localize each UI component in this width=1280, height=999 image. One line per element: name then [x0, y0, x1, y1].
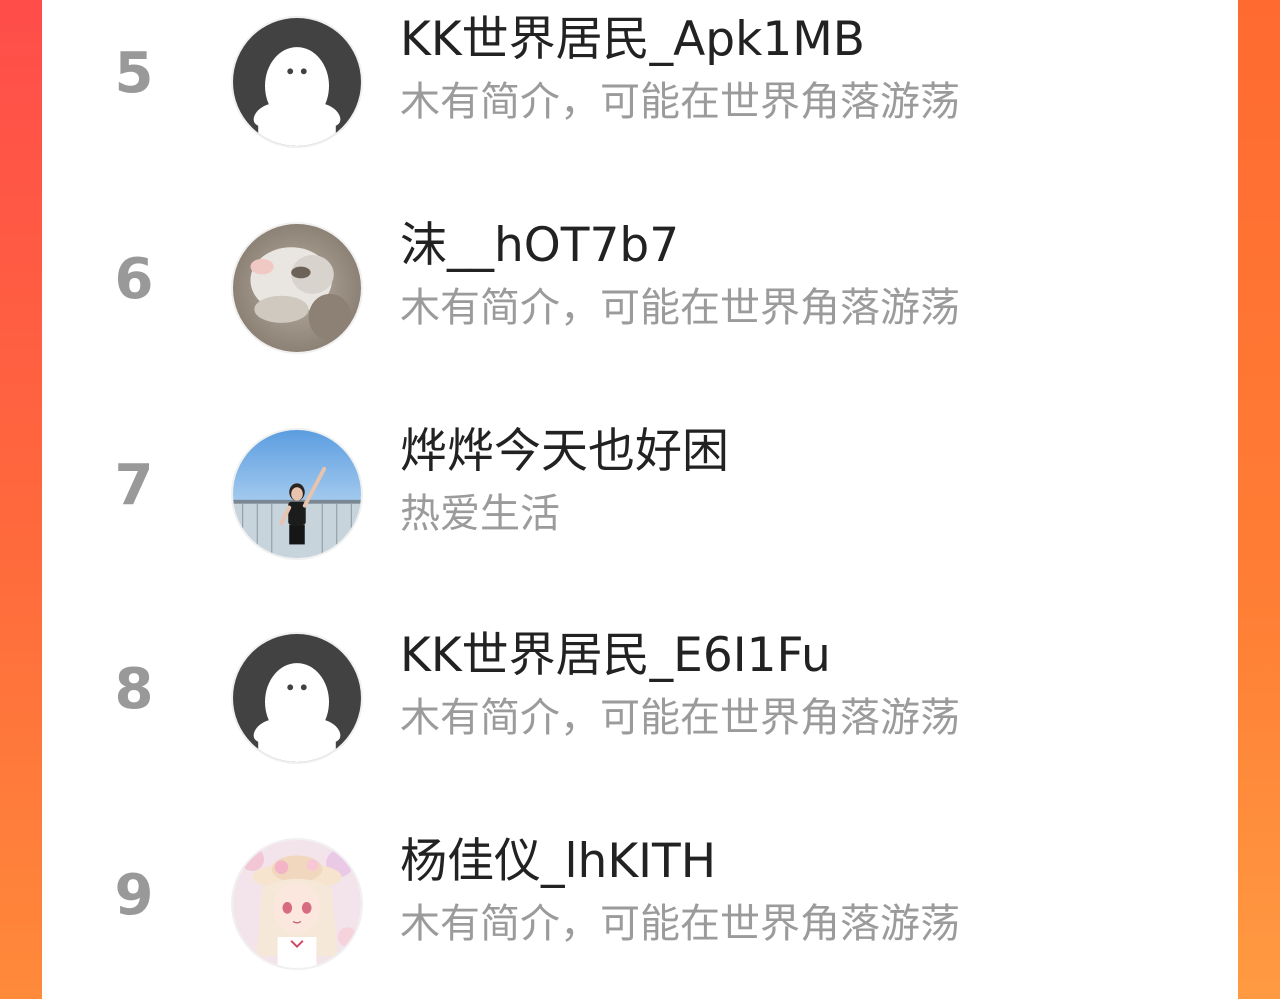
anime-girl-avatar[interactable] — [231, 838, 363, 970]
ranking-row[interactable]: 7 烨烨今天也好困 热爱生活 — [42, 420, 1238, 570]
ranking-row[interactable]: 6 沫__hOT7b7 木有简介，可能在世界角落游荡 — [42, 214, 1238, 364]
user-bio: 热爱生活 — [400, 491, 560, 537]
user-bio: 木有简介，可能在世界角落游荡 — [400, 901, 960, 947]
rank-number: 5 — [114, 41, 154, 106]
ranking-row[interactable]: 5 KK世界居民_Apk1MB 木有简介，可能在世界角落游荡 — [42, 8, 1238, 158]
user-name[interactable]: KK世界居民_Apk1MB — [400, 12, 865, 68]
ranking-row[interactable]: 9 杨佳仪_lhKITH 木有简介，可能在世界角落游荡 — [42, 830, 1238, 980]
user-bio: 木有简介，可能在世界角落游荡 — [400, 79, 960, 125]
user-bio: 木有简介，可能在世界角落游荡 — [400, 285, 960, 331]
rank-number: 8 — [114, 657, 154, 722]
user-name[interactable]: 杨佳仪_lhKITH — [400, 834, 716, 890]
background-edge — [1238, 0, 1280, 999]
default-avatar-icon[interactable] — [231, 632, 363, 764]
rank-number: 9 — [114, 863, 154, 928]
user-name[interactable]: 烨烨今天也好困 — [400, 424, 729, 480]
ranking-list-card: 5 KK世界居民_Apk1MB 木有简介，可能在世界角落游荡 6 沫__hOT7… — [42, 0, 1238, 999]
ranking-row[interactable]: 8 KK世界居民_E6I1Fu 木有简介，可能在世界角落游荡 — [42, 624, 1238, 774]
user-bio: 木有简介，可能在世界角落游荡 — [400, 695, 960, 741]
rank-number: 6 — [114, 247, 154, 312]
rank-number: 7 — [114, 453, 154, 518]
cat-photo-avatar[interactable] — [231, 222, 363, 354]
user-name[interactable]: 沫__hOT7b7 — [400, 218, 679, 274]
girl-photo-avatar[interactable] — [231, 428, 363, 560]
user-name[interactable]: KK世界居民_E6I1Fu — [400, 628, 831, 684]
default-avatar-icon[interactable] — [231, 16, 363, 148]
